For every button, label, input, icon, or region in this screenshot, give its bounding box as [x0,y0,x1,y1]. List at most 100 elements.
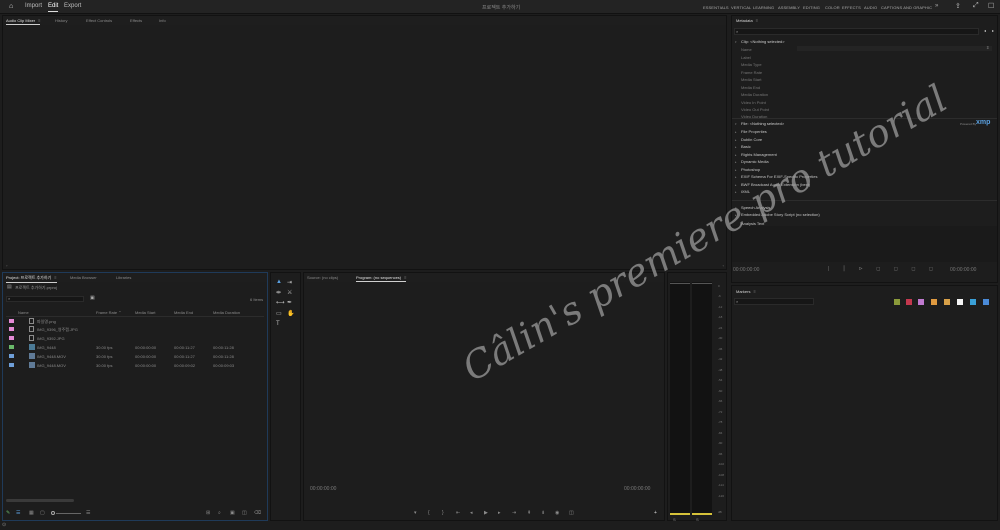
col-name[interactable]: Name [18,310,29,315]
project-search-input[interactable]: ⌕ [6,296,84,302]
workspace-audio[interactable]: AUDIO [864,5,877,10]
tab-effects[interactable]: Effects [130,18,142,23]
col-media-duration[interactable]: Media Duration [213,310,240,315]
pen-icon[interactable]: ✒ [287,299,292,306]
label-color-chip[interactable] [9,336,14,340]
schema-file-properties[interactable]: File Properties [741,129,767,134]
expand-icon[interactable]: ▸ [735,138,737,142]
hand-icon[interactable]: ✋ [287,310,294,317]
tab-libraries[interactable]: Libraries [116,275,131,280]
expand-file-icon[interactable]: ▾ [735,122,737,126]
label-color-chip[interactable] [9,327,14,331]
markers-title[interactable]: Markers ≡ [736,289,756,294]
expand-icon[interactable]: ▸ [735,145,737,149]
new-bin-icon[interactable]: ▣ [90,295,95,301]
expand-icon[interactable]: ▸ [735,168,737,172]
zoom-slider-handle[interactable] [51,511,55,515]
marker-color-swatch[interactable] [970,299,976,305]
scroll-right-handle[interactable]: ◦ [723,263,724,268]
panel-menu-icon[interactable]: ≡ [753,289,755,294]
marker-color-swatch[interactable] [944,299,950,305]
schema-rights[interactable]: Rights Management [741,152,777,157]
expand-clip-icon[interactable]: ▾ [735,40,737,44]
add-marker-icon[interactable]: ▾ [414,510,417,516]
panel-menu-icon[interactable]: ≡ [756,18,758,23]
panel-menu-icon[interactable]: ≡ [404,275,406,280]
fullscreen-icon[interactable]: ⤢ [973,2,979,10]
comparison-view-icon[interactable]: ◫ [569,510,574,516]
find-icon[interactable]: ⌕ [218,510,221,516]
step-back-icon[interactable]: ◂ [470,510,473,516]
col-frame-rate[interactable]: Frame Rate ⌃ [96,310,122,315]
metadata-title[interactable]: Metadata ≡ [736,18,758,23]
workspace-editing[interactable]: EDITING [803,5,820,10]
expand-icon[interactable]: ▸ [735,175,737,179]
panel-menu-icon[interactable]: ≡ [54,275,56,280]
solo-left-button[interactable]: S [673,517,676,522]
metadata-playback-controls[interactable]: | ⎮ ⊳ ◻ ◻ ◻ ◻ [828,266,939,272]
home-icon[interactable]: ⌂ [9,3,13,10]
workspace-more-icon[interactable]: » [935,3,938,9]
clip-name-field[interactable] [797,46,992,51]
share-icon[interactable]: ⇪ [955,2,961,10]
new-bin-footer-icon[interactable]: ▣ [230,510,235,516]
export-frame-icon[interactable]: ◉ [555,510,559,516]
automate-sequence-icon[interactable]: ⊞ [206,510,210,516]
sort-icon[interactable]: ☰ [86,510,90,516]
label-color-chip[interactable] [9,354,14,358]
panel-next-icon[interactable]: ▸ [992,28,994,33]
notifications-icon[interactable]: ☐ [988,2,994,10]
metadata-search-input[interactable]: ⌕ [734,28,979,35]
col-media-end[interactable]: Media End [174,310,193,315]
freeform-view-icon[interactable]: ▢ [40,510,45,516]
marker-color-swatch[interactable] [983,299,989,305]
analysis-text-area[interactable] [732,226,997,262]
lift-icon[interactable]: ⇞ [527,510,531,516]
col-media-start[interactable]: Media Start [135,310,155,315]
table-row[interactable]: IMG_9392.JPG [6,334,264,343]
go-to-in-icon[interactable]: ⇤ [456,510,460,516]
zoom-slider[interactable] [56,513,81,514]
tab-media-browser[interactable]: Media Browser [70,275,97,280]
schema-photoshop[interactable]: Photoshop [741,167,760,172]
marker-color-swatch[interactable] [906,299,912,305]
workspace-assembly[interactable]: ASSEMBLY [778,5,800,10]
workspace-learning[interactable]: LEARNING [753,5,774,10]
project-horizontal-scrollbar[interactable] [6,499,74,502]
new-item-icon[interactable]: ◫ [242,510,247,516]
workspace-essentials[interactable]: ESSENTIALS [703,5,729,10]
slip-icon[interactable]: ⟷ [276,299,285,306]
mark-in-icon[interactable]: { [428,510,430,516]
razor-icon[interactable]: ⚔ [287,289,292,296]
extract-icon[interactable]: ⇟ [541,510,545,516]
play-icon[interactable]: ▶ [484,510,488,516]
label-color-chip[interactable] [9,319,14,323]
label-color-chip[interactable] [9,363,14,367]
marker-color-swatch[interactable] [957,299,963,305]
workspace-captions[interactable]: CAPTIONS AND GRAPHIC [881,5,932,10]
marker-color-swatch[interactable] [931,299,937,305]
panel-prev-icon[interactable]: ◂ [984,28,986,33]
label-color-chip[interactable] [9,345,14,349]
workspace-vertical[interactable]: VERTICAL [731,5,751,10]
workspace-effects[interactable]: EFFECTS [842,5,861,10]
tab-history[interactable]: History [55,18,67,23]
selection-tool-icon[interactable]: ▲ [276,279,282,285]
expand-icon[interactable]: ▸ [735,153,737,157]
list-view-icon[interactable]: ☰ [16,510,20,516]
menu-edit[interactable]: Edit [48,3,59,12]
table-row[interactable]: IMG_9448.MOV 30.00 fps 00:00:00:00 00:00… [6,361,264,370]
rectangle-icon[interactable]: ▭ [276,310,282,317]
menu-import[interactable]: Import [25,3,42,9]
tab-project[interactable]: Project: 프로젝트 추가하기 ≡ [6,275,57,283]
tab-info[interactable]: Info [159,18,166,23]
table-row[interactable]: IMG_9448.MOV 30.00 fps 00:00:00:00 00:00… [6,352,264,361]
expand-icon[interactable]: ▸ [735,160,737,164]
table-row[interactable]: IMG_9448 30.00 fps 00:00:00:00 00:00:11:… [6,343,264,352]
go-to-out-icon[interactable]: ⇥ [512,510,516,516]
clear-icon[interactable]: ⌫ [254,510,261,516]
pin-icon[interactable]: ⇳ [986,45,989,50]
mark-out-icon[interactable]: } [442,510,444,516]
workspace-color[interactable]: COLOR [825,5,840,10]
tab-source[interactable]: Source: (no clips) [307,275,338,280]
